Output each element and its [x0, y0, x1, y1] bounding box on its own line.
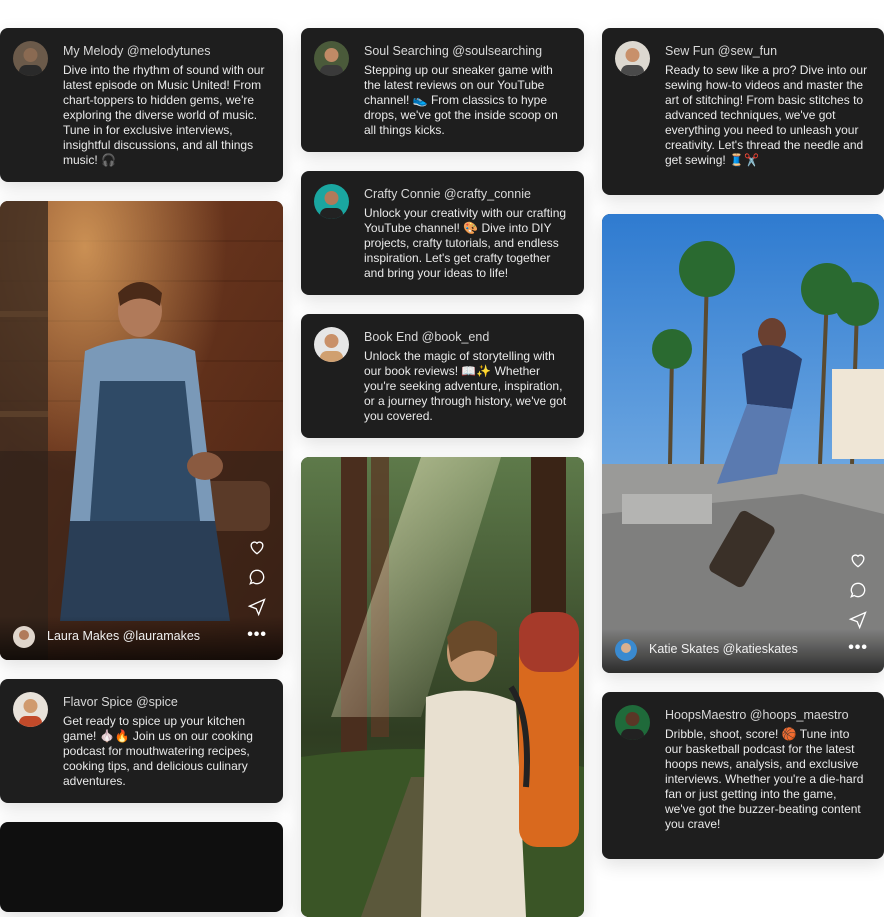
- avatar[interactable]: [615, 41, 650, 76]
- skateboard-photo: [602, 214, 884, 673]
- more-icon[interactable]: •••: [848, 639, 868, 657]
- share-icon[interactable]: [247, 597, 267, 617]
- post-handle[interactable]: Flavor Spice @spice: [63, 694, 178, 710]
- post-card-hoops-maestro[interactable]: HoopsMaestro @hoops_maestro Dribble, sho…: [602, 692, 884, 859]
- action-icons: [247, 537, 267, 617]
- more-icon[interactable]: •••: [247, 626, 267, 644]
- post-text: Dribble, shoot, score! 🏀 Tune into our b…: [665, 727, 864, 831]
- post-handle[interactable]: Book End @book_end: [364, 329, 489, 345]
- avatar[interactable]: [13, 41, 48, 76]
- avatar[interactable]: [615, 639, 637, 661]
- post-card-spice[interactable]: Flavor Spice @spice Get ready to spice u…: [0, 679, 283, 803]
- post-text: Get ready to spice up your kitchen game!…: [63, 714, 253, 788]
- post-text: Dive into the rhythm of sound with our l…: [63, 63, 265, 167]
- post-handle[interactable]: Soul Searching @soulsearching: [364, 43, 542, 59]
- post-text: Unlock your creativity with our crafting…: [364, 206, 567, 280]
- avatar[interactable]: [314, 184, 349, 219]
- post-handle[interactable]: Sew Fun @sew_fun: [665, 43, 777, 59]
- pottery-photo: [0, 201, 283, 660]
- post-card-soulsearching[interactable]: Soul Searching @soulsearching Stepping u…: [301, 28, 584, 152]
- comment-icon[interactable]: [247, 567, 267, 587]
- post-card-sew-fun[interactable]: Sew Fun @sew_fun Ready to sew like a pro…: [602, 28, 884, 195]
- avatar[interactable]: [314, 327, 349, 362]
- avatar[interactable]: [13, 692, 48, 727]
- post-text: Unlock the magic of storytelling with ou…: [364, 349, 567, 423]
- post-handle[interactable]: My Melody @melodytunes: [63, 43, 210, 59]
- share-icon[interactable]: [848, 610, 868, 630]
- media-footer: Katie Skates @katieskates •••: [602, 629, 884, 673]
- action-icons: [848, 550, 868, 630]
- avatar[interactable]: [314, 41, 349, 76]
- post-card-crafty-connie[interactable]: Crafty Connie @crafty_connie Unlock your…: [301, 171, 584, 295]
- post-handle[interactable]: HoopsMaestro @hoops_maestro: [665, 707, 849, 723]
- avatar[interactable]: [615, 705, 650, 740]
- forest-hiker-photo: [301, 457, 584, 917]
- heart-icon[interactable]: [848, 550, 868, 570]
- post-text: Ready to sew like a pro? Dive into our s…: [665, 63, 868, 167]
- media-author[interactable]: Laura Makes @lauramakes: [47, 629, 200, 643]
- post-text: Stepping up our sneaker game with the la…: [364, 63, 558, 137]
- heart-icon[interactable]: [247, 537, 267, 557]
- media-card-katieskates[interactable]: Katie Skates @katieskates •••: [602, 214, 884, 673]
- media-card-lauramakes[interactable]: Laura Makes @lauramakes •••: [0, 201, 283, 660]
- media-footer: Laura Makes @lauramakes •••: [0, 616, 283, 660]
- avatar[interactable]: [13, 626, 35, 648]
- post-card-melodytunes[interactable]: My Melody @melodytunes Dive into the rhy…: [0, 28, 283, 182]
- comment-icon[interactable]: [848, 580, 868, 600]
- media-card-forest[interactable]: [301, 457, 584, 917]
- media-author[interactable]: Katie Skates @katieskates: [649, 642, 798, 656]
- post-handle[interactable]: Crafty Connie @crafty_connie: [364, 186, 531, 202]
- post-card-book-end[interactable]: Book End @book_end Unlock the magic of s…: [301, 314, 584, 438]
